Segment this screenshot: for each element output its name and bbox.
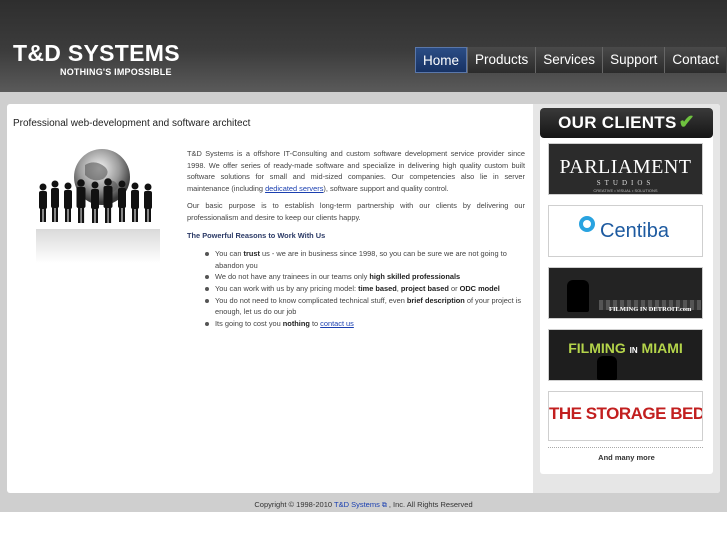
purpose-paragraph: Our basic purpose is to establish long-t… — [187, 201, 525, 222]
list-item: You do not need to know complicated tech… — [205, 295, 525, 318]
contact-us-link[interactable]: contact us — [320, 319, 354, 328]
nav-home[interactable]: Home — [415, 47, 468, 73]
nav-services[interactable]: Services — [535, 47, 603, 73]
site-header: T&D SYSTEMS NOTHING'S IMPOSSIBLE Home Pr… — [0, 0, 727, 92]
business-team-globe-image — [36, 149, 160, 263]
divider — [548, 447, 703, 448]
client-logo-storage-bed[interactable]: THE STORAGE BED — [548, 391, 703, 441]
client-logo-centiba[interactable]: Centiba — [548, 205, 703, 257]
checkmark-icon: ✔ — [678, 112, 695, 133]
nav-products[interactable]: Products — [467, 47, 536, 73]
reasons-heading: The Powerful Reasons to Work With Us — [187, 230, 326, 240]
main-nav: Home Products Services Support Contact — [415, 47, 726, 73]
logo-tagline: NOTHING'S IMPOSSIBLE — [60, 67, 172, 77]
logo-title[interactable]: T&D SYSTEMS — [13, 40, 180, 67]
nav-support[interactable]: Support — [602, 47, 665, 73]
and-many-more-link[interactable]: And many more — [540, 453, 713, 462]
page-title: Professional web-development and softwar… — [13, 118, 251, 129]
list-item: You can trust us - we are in business si… — [205, 248, 525, 271]
reasons-list: You can trust us - we are in business si… — [187, 248, 525, 329]
intro-paragraph: T&D Systems is a offshore IT-Consulting … — [187, 149, 525, 193]
client-logo-filming-miami[interactable]: FILMING IN MIAMI — [548, 329, 703, 381]
footer: Copyright © 1998-2010 T&D Systems ⧉, Inc.… — [254, 500, 473, 509]
main-content: T&D Systems is a offshore IT-Consulting … — [187, 148, 525, 329]
cameraman-icon — [597, 356, 617, 380]
dedicated-servers-link[interactable]: dedicated servers — [265, 184, 323, 193]
client-logo-filming-detroit[interactable]: FILMING IN DETROIT.com — [548, 267, 703, 319]
nav-contact[interactable]: Contact — [664, 47, 726, 73]
list-item: Its going to cost you nothing to contact… — [205, 318, 525, 330]
list-item: You can work with us by any pricing mode… — [205, 283, 525, 295]
list-item: We do not have any trainees in our teams… — [205, 271, 525, 283]
external-link-icon: ⧉ — [381, 502, 387, 509]
cameraman-icon — [567, 280, 589, 312]
footer-company-link[interactable]: T&D Systems — [334, 500, 380, 509]
client-logo-parliament[interactable]: PARLIAMENT STUDIOS CREATIVE • VISUAL • S… — [548, 143, 703, 195]
clients-header: OUR CLIENTS ✔ — [540, 108, 713, 138]
